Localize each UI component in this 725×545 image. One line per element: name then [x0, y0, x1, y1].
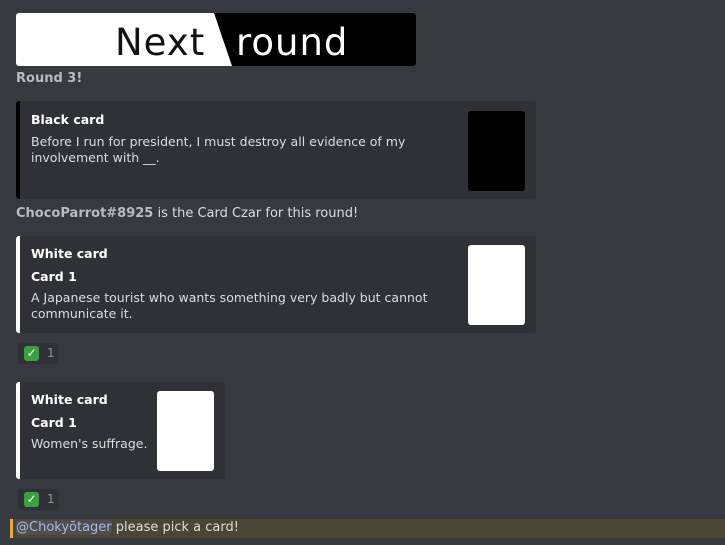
mention-highlight-bar: [10, 519, 13, 538]
embed-title: White card: [31, 392, 108, 407]
embed-color-bar: [16, 382, 20, 479]
round-label: Round 3!: [16, 71, 83, 86]
czar-username[interactable]: ChocoParrot#8925: [16, 206, 153, 221]
check-reaction[interactable]: ✓ 1: [18, 489, 59, 510]
embed-color-bar: [16, 101, 20, 199]
check-reaction[interactable]: ✓ 1: [18, 343, 59, 364]
embed-field-name: Card 1: [31, 415, 77, 430]
black-card-thumbnail[interactable]: [468, 111, 525, 191]
embed-color-bar: [16, 236, 20, 333]
embed-description: A Japanese tourist who wants something v…: [31, 290, 428, 321]
white-card-thumbnail[interactable]: [468, 245, 525, 325]
white-card-embed: White card Card 1 A Japanese tourist who…: [16, 236, 536, 333]
mention-text: @Chokyōtager please pick a card!: [16, 520, 239, 535]
banner-word-round: round: [236, 21, 349, 64]
card-czar-message: ChocoParrot#8925 is the Card Czar for th…: [16, 206, 358, 221]
embed-title: Black card: [31, 112, 105, 127]
czar-text: is the Card Czar for this round!: [153, 206, 359, 221]
reaction-count: 1: [47, 492, 55, 506]
embed-title: White card: [31, 246, 108, 261]
white-card-embed: White card Card 1 Women's suffrage.: [16, 382, 225, 479]
mention-body: please pick a card!: [111, 520, 239, 535]
check-mark-icon: ✓: [24, 492, 39, 507]
banner-word-next: Next: [115, 21, 206, 64]
embed-description: Before I run for president, I must destr…: [31, 134, 406, 165]
reaction-count: 1: [47, 346, 55, 360]
white-card-thumbnail[interactable]: [157, 391, 214, 471]
black-card-embed: Black card Before I run for president, I…: [16, 101, 536, 199]
user-mention[interactable]: @Chokyōtager: [16, 520, 112, 535]
embed-description: Women's suffrage.: [31, 436, 148, 451]
check-mark-icon: ✓: [24, 346, 39, 361]
next-round-banner: Next round: [16, 13, 416, 66]
embed-field-name: Card 1: [31, 269, 77, 284]
mention-message: @Chokyōtager please pick a card!: [10, 519, 725, 538]
